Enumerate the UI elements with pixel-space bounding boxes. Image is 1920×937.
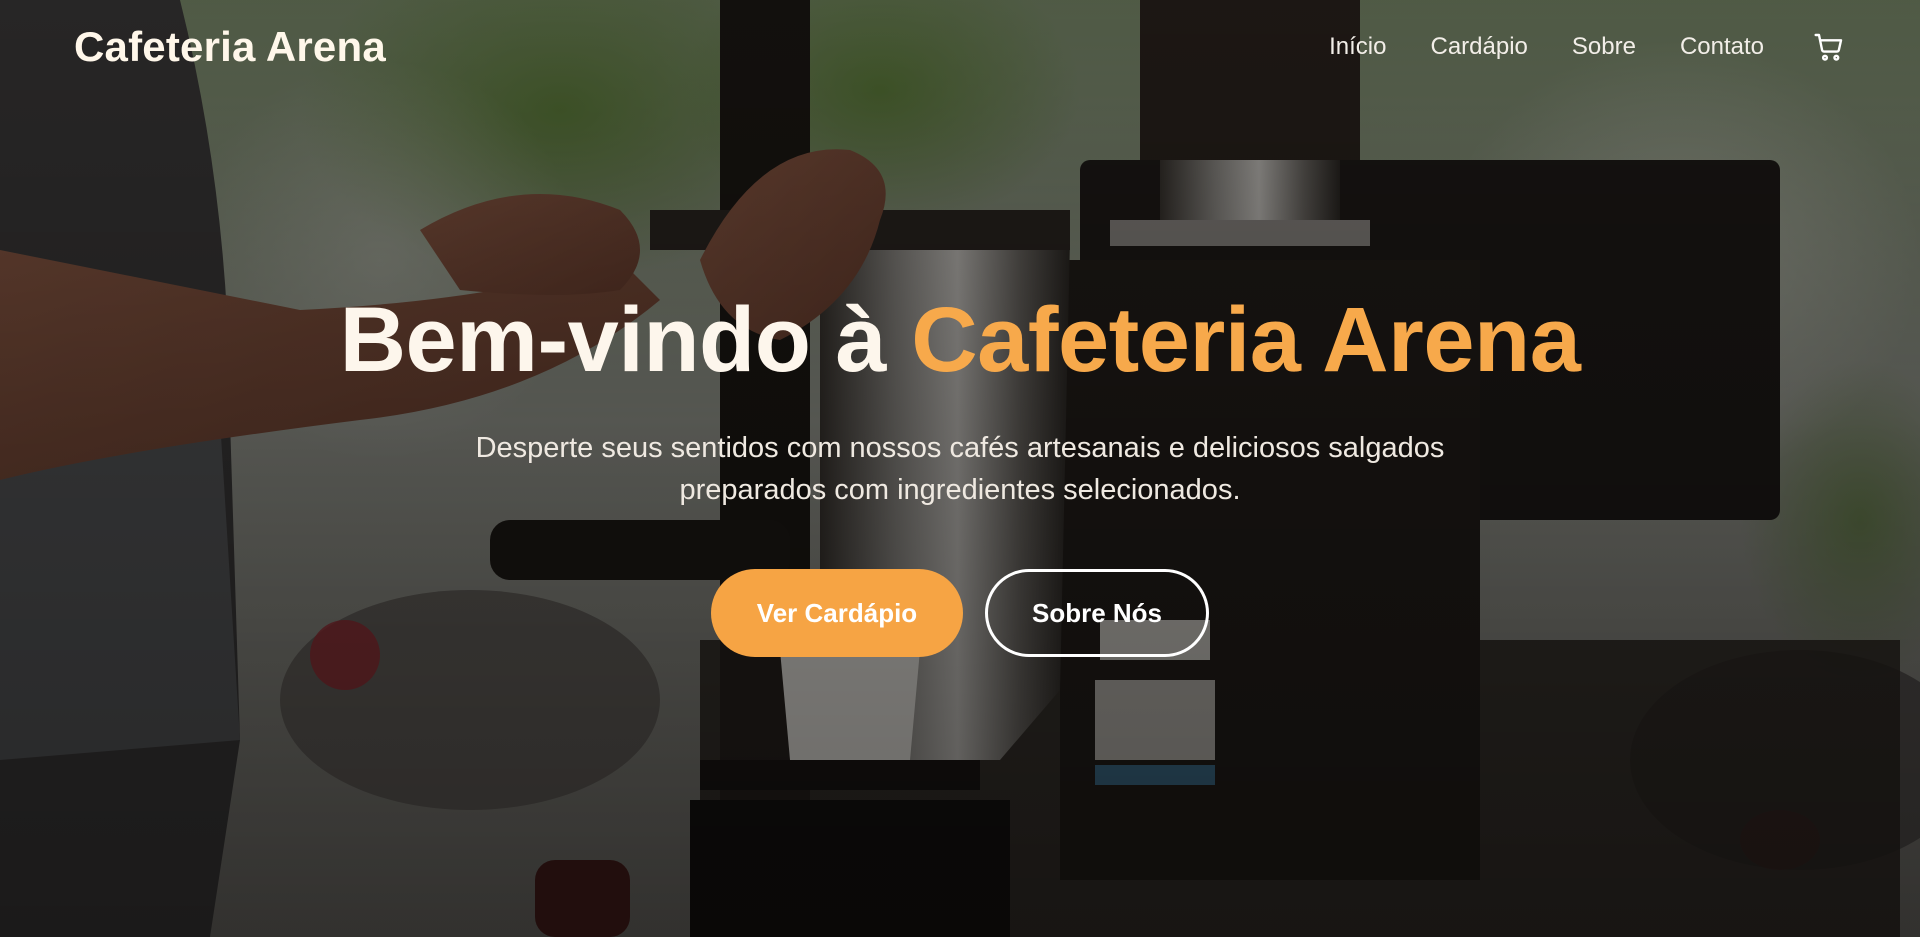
headline-prefix: Bem-vindo à — [339, 289, 912, 391]
nav-links: Início Cardápio Sobre Contato — [1329, 30, 1846, 64]
nav-item-contato[interactable]: Contato — [1680, 33, 1764, 61]
nav-item-cardapio[interactable]: Cardápio — [1430, 33, 1527, 61]
hero-content: Bem-vindo à Cafeteria Arena Desperte seu… — [0, 289, 1920, 658]
cart-icon[interactable] — [1812, 30, 1846, 64]
hero-actions: Ver Cardápio Sobre Nós — [0, 569, 1920, 658]
hero-section: Cafeteria Arena Início Cardápio Sobre Co… — [0, 0, 1920, 937]
headline-accent: Cafeteria Arena — [911, 289, 1581, 391]
nav-item-inicio[interactable]: Início — [1329, 33, 1386, 61]
nav-item-sobre[interactable]: Sobre — [1572, 33, 1636, 61]
brand-logo-text[interactable]: Cafeteria Arena — [74, 23, 386, 71]
hero-subtitle: Desperte seus sentidos com nossos cafés … — [475, 432, 1445, 507]
top-navbar: Cafeteria Arena Início Cardápio Sobre Co… — [0, 0, 1920, 94]
hero-headline: Bem-vindo à Cafeteria Arena — [0, 289, 1920, 391]
about-us-button[interactable]: Sobre Nós — [985, 569, 1209, 658]
view-menu-button[interactable]: Ver Cardápio — [711, 569, 963, 658]
